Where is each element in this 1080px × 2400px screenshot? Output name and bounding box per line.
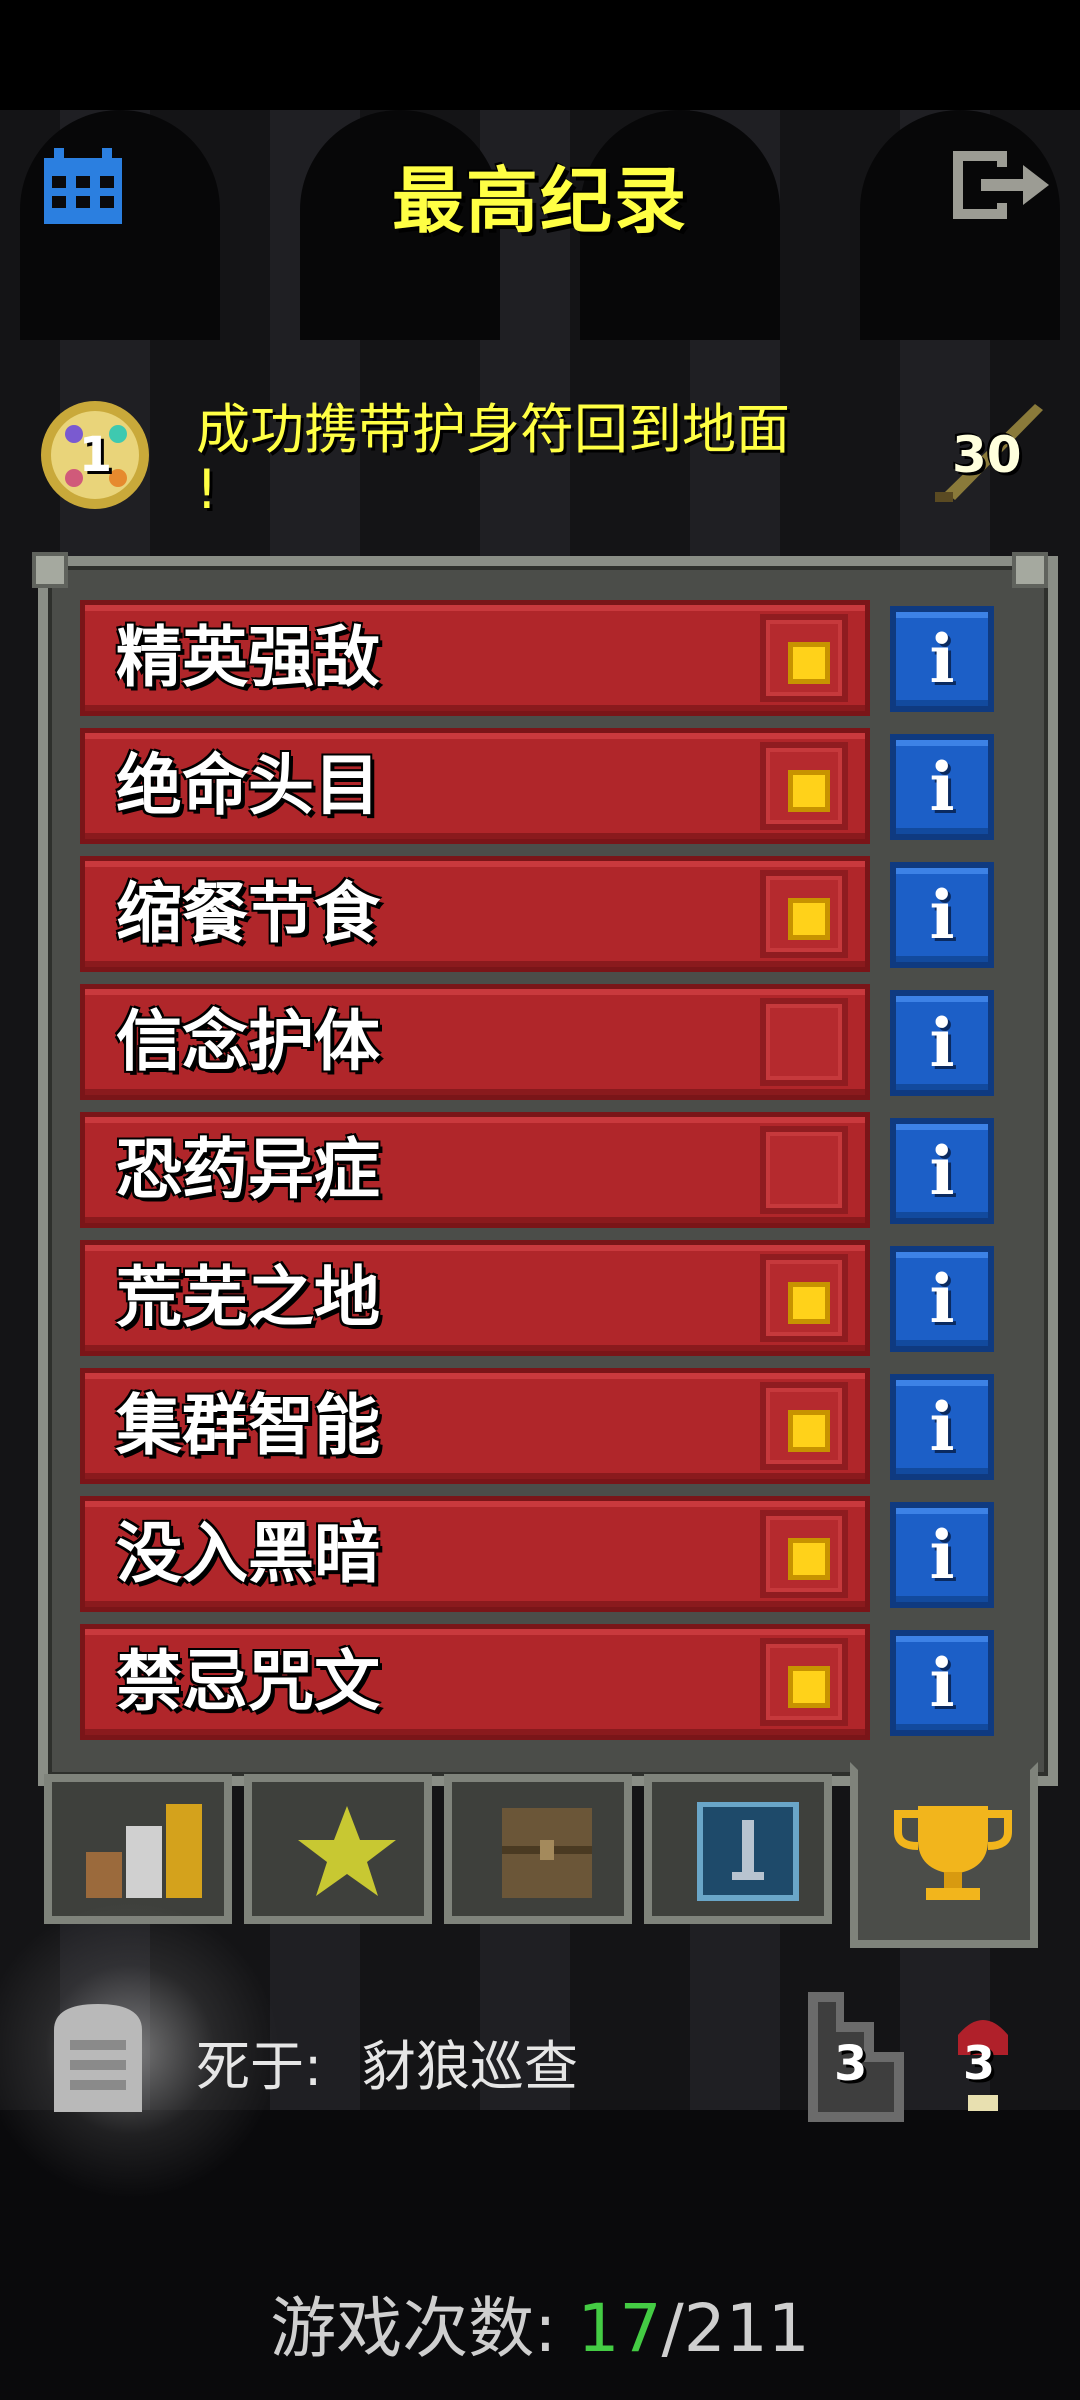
challenge-row[interactable]: 没入黑暗 i [80,1496,1000,1612]
info-icon: i [929,748,955,826]
check-mark [788,898,830,940]
info-button[interactable]: i [890,606,994,712]
challenge-checkbox[interactable] [760,1382,848,1470]
info-button[interactable]: i [890,862,994,968]
check-mark [788,642,830,684]
info-icon: i [929,1516,955,1594]
challenge-checkbox[interactable] [760,1254,848,1342]
games-label: 游戏次数: [270,2290,557,2367]
challenge-label: 荒芜之地 [116,1259,380,1336]
tab-catalog[interactable] [444,1774,632,1924]
challenge-checkbox[interactable] [760,998,848,1086]
hero-level-value: 3 [963,2036,996,2090]
info-button[interactable]: i [890,990,994,1096]
sword-card-icon [697,1802,799,1901]
challenge-row[interactable]: 精英强敌 i [80,600,1000,716]
info-button[interactable]: i [890,734,994,840]
info-button[interactable]: i [890,1630,994,1736]
challenge-checkbox[interactable] [760,870,848,958]
panel-corner [1012,552,1048,588]
challenge-checkbox[interactable] [760,1638,848,1726]
info-icon: i [929,620,955,698]
info-icon: i [929,876,955,954]
info-icon: i [929,1132,955,1210]
challenge-label: 绝命头目 [116,747,380,824]
info-button[interactable]: i [890,1246,994,1352]
info-icon: i [929,1004,955,1082]
challenge-row[interactable]: 荒芜之地 i [80,1240,1000,1356]
stats-bars-icon [86,1804,202,1898]
info-icon: i [929,1644,955,1722]
info-button[interactable]: i [890,1502,994,1608]
challenge-row[interactable]: 绝命头目 i [80,728,1000,844]
challenge-row[interactable]: 缩餐节食 i [80,856,1000,972]
challenge-row[interactable]: 信念护体 i [80,984,1000,1100]
challenge-row[interactable]: 禁忌咒文 i [80,1624,1000,1740]
challenge-checkbox[interactable] [760,1126,848,1214]
tab-challenges[interactable] [850,1762,1038,1948]
exit-icon[interactable] [945,145,1055,225]
check-mark [788,1666,830,1708]
challenge-checkbox[interactable] [760,1510,848,1598]
page-title: 最高纪录 [391,159,688,243]
challenge-label: 精英强敌 [116,619,380,696]
weapon-level: 30 [952,426,1022,484]
victory-text-line: ! [196,458,218,521]
trophy-icon [894,1806,1012,1900]
games-current: 17 [577,2290,662,2367]
challenge-row[interactable]: 集群智能 i [80,1368,1000,1484]
chest-icon [502,1808,592,1898]
check-mark [788,1410,830,1452]
challenge-count: 1 [78,427,113,483]
challenge-label: 没入黑暗 [116,1515,380,1592]
info-button[interactable]: i [890,1118,994,1224]
games-total: /211 [661,2290,810,2367]
info-icon: i [929,1388,955,1466]
challenge-checkbox[interactable] [760,614,848,702]
victory-text-line: 成功携带护身符回到地面 [196,398,790,461]
challenge-label: 恐药异症 [116,1131,380,1208]
tab-journal[interactable] [644,1774,832,1924]
games-played: 游戏次数: 17/211 [0,2275,1080,2371]
death-cause: 豺狼巡查 [362,2035,578,2098]
check-mark [788,770,830,812]
info-button[interactable]: i [890,1374,994,1480]
challenge-row[interactable]: 恐药异症 i [80,1112,1000,1228]
check-mark [788,1538,830,1580]
check-mark [788,1282,830,1324]
challenge-label: 集群智能 [116,1387,380,1464]
depth-value: 3 [834,2036,868,2092]
challenge-checkbox[interactable] [760,742,848,830]
tombstone-icon [54,2004,142,2112]
death-label: 死于: [196,2035,323,2098]
challenge-label: 缩餐节食 [116,875,380,952]
panel-corner [32,552,68,588]
status-bar-area [0,0,1080,110]
victory-text: 成功携带护身符回到地面 ! [196,400,856,520]
star-icon [298,1806,396,1896]
challenge-label: 禁忌咒文 [116,1643,380,1720]
info-icon: i [929,1260,955,1338]
challenge-label: 信念护体 [116,1003,380,1080]
